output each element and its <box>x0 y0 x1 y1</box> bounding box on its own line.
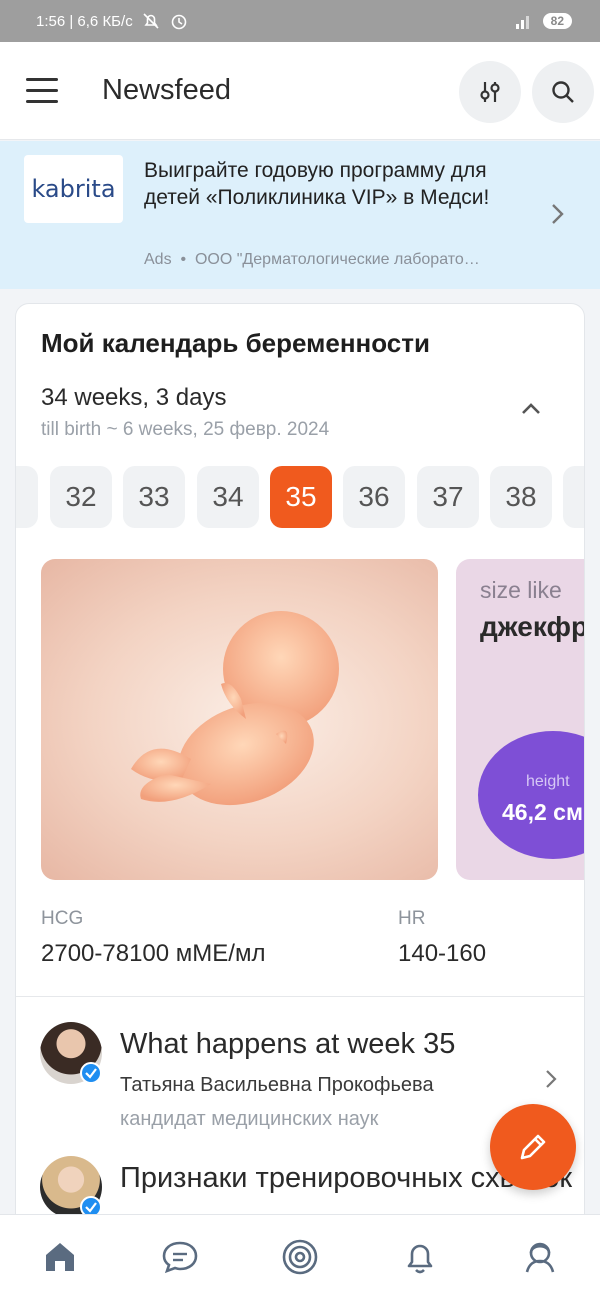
ad-label: Ads <box>144 251 172 268</box>
fetus-illustration[interactable] <box>41 559 438 880</box>
week-chip-active[interactable]: 35 <box>270 466 332 528</box>
bell-icon <box>407 1244 433 1274</box>
verified-badge-icon <box>80 1062 102 1084</box>
week-chip[interactable]: 33 <box>123 466 185 528</box>
till-birth-text: till birth ~ 6 weeks, 25 февр. 2024 <box>41 419 330 440</box>
week-chip[interactable]: 3 <box>563 466 584 528</box>
status-time-speed: 1:56 | 6,6 КБ/с <box>36 12 133 30</box>
hr-label: HR <box>398 908 426 929</box>
week-chip[interactable]: 37 <box>417 466 479 528</box>
signal-icon <box>515 16 529 29</box>
chevron-right-icon <box>546 1070 557 1088</box>
height-badge: height 46,2 см <box>478 731 584 859</box>
advertiser-logo-text: kabrita <box>31 175 116 203</box>
search-icon <box>552 81 574 103</box>
article-author-title: кандидат медицинских наук <box>120 1108 379 1130</box>
nav-notifications[interactable] <box>400 1237 440 1277</box>
ad-banner[interactable]: kabrita Выиграйте годовую программу для … <box>0 141 600 289</box>
week-chip[interactable]: 38 <box>490 466 552 528</box>
advertiser-logo: kabrita <box>24 155 123 223</box>
hcg-label: HCG <box>41 908 84 929</box>
compose-button[interactable] <box>490 1104 576 1190</box>
chat-icon <box>162 1241 198 1274</box>
hr-value: 140-160 <box>398 940 487 967</box>
fetus-image <box>131 611 339 806</box>
article-author: Татьяна Васильевна Прокофьева <box>120 1074 434 1096</box>
height-value: 46,2 см <box>502 799 583 825</box>
nav-target[interactable] <box>280 1237 320 1277</box>
size-comparison-card[interactable]: size like джекфрут height 46,2 см <box>456 559 585 880</box>
menu-icon[interactable] <box>26 78 58 104</box>
search-button[interactable] <box>532 61 594 123</box>
week-chip[interactable]: 34 <box>197 466 259 528</box>
nav-chat[interactable] <box>160 1237 200 1277</box>
profile-icon <box>525 1242 555 1273</box>
calendar-title: Мой календарь беременности <box>41 328 430 358</box>
nav-home[interactable] <box>40 1237 80 1277</box>
alarm-icon <box>171 14 187 30</box>
app-header: Newsfeed <box>0 42 600 140</box>
target-icon <box>282 1239 318 1275</box>
home-icon <box>46 1243 74 1271</box>
nav-profile[interactable] <box>520 1237 560 1277</box>
week-chip[interactable]: 36 <box>343 466 405 528</box>
week-selector: 1 32 33 34 35 36 37 38 3 <box>16 466 584 528</box>
page-title: Newsfeed <box>102 74 231 106</box>
article-title: What happens at week 35 <box>120 1028 456 1060</box>
size-label: size like <box>480 577 562 603</box>
status-bar: 1:56 | 6,6 КБ/с 82 <box>0 0 600 42</box>
weeks-days-text: 34 weeks, 3 days <box>41 384 227 411</box>
pencil-icon <box>520 1134 546 1160</box>
hcg-value: 2700-78100 мМЕ/мл <box>41 940 266 967</box>
bottom-navigation <box>0 1214 600 1299</box>
filter-button[interactable] <box>459 61 521 123</box>
chevron-up-icon[interactable] <box>516 396 546 420</box>
ad-separator: • <box>180 251 187 268</box>
filter-icon <box>480 82 500 102</box>
divider <box>16 996 584 997</box>
chevron-right-icon <box>552 204 564 224</box>
ad-title: Выиграйте годовую программу для детей «П… <box>144 159 490 209</box>
battery-indicator: 82 <box>542 13 572 29</box>
ad-meta: Ads • ООО "Дерматологические лаборато… <box>144 251 516 269</box>
size-fruit: джекфрут <box>480 611 585 642</box>
height-label: height <box>526 773 570 790</box>
week-chip[interactable]: 32 <box>50 466 112 528</box>
ad-advertiser: ООО "Дерматологические лаборато… <box>194 251 480 268</box>
mute-icon <box>143 13 159 29</box>
week-chip[interactable]: 1 <box>16 466 38 528</box>
